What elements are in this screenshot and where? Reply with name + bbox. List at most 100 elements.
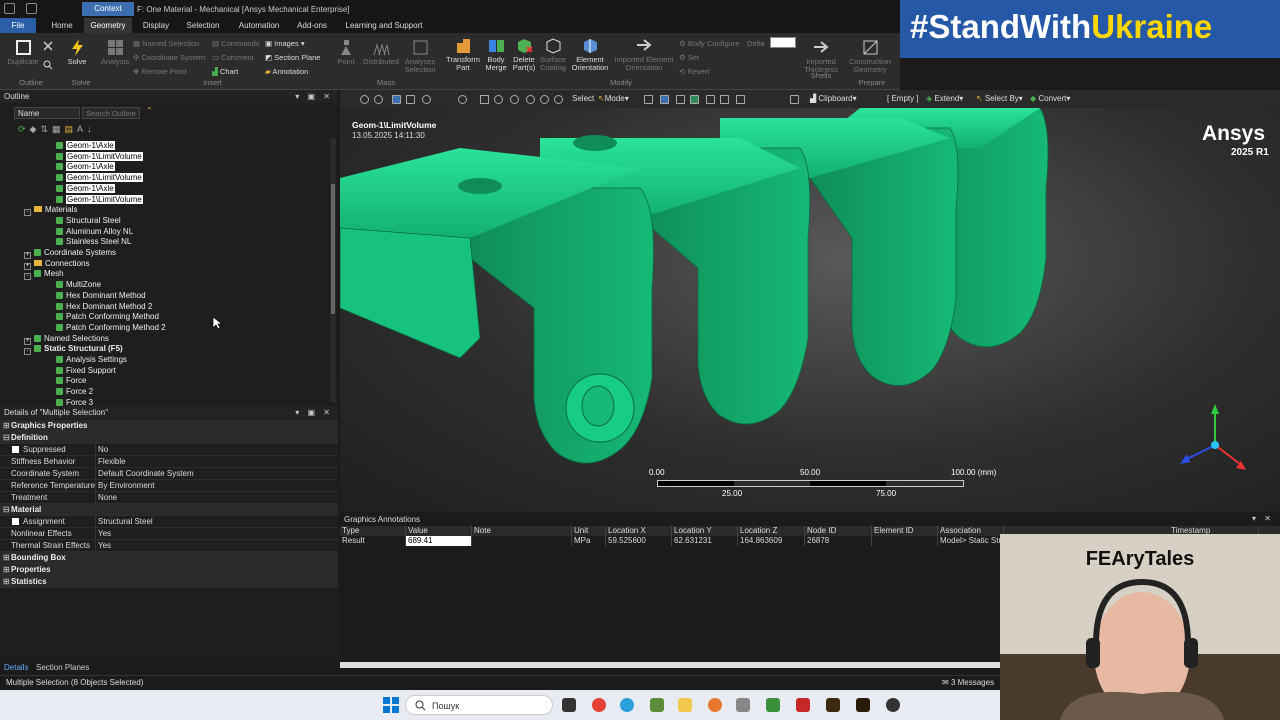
details-group-row[interactable]: ⊞ Bounding Box bbox=[0, 552, 338, 564]
zoom-window-icon[interactable] bbox=[540, 95, 549, 104]
tab-section-planes[interactable]: Section Planes bbox=[36, 663, 89, 672]
select-body-icon[interactable] bbox=[690, 95, 699, 104]
refresh-icon[interactable]: ⟳ bbox=[18, 124, 30, 134]
construction-geometry-button[interactable]: Construction Geometry bbox=[842, 39, 898, 74]
table-cell[interactable]: 26878 bbox=[805, 536, 872, 546]
outline-search-input[interactable] bbox=[82, 107, 140, 119]
tree-node[interactable]: Force 2 bbox=[56, 386, 93, 397]
table-cell[interactable]: MPa bbox=[572, 536, 606, 546]
table-cell[interactable]: 164.863609 bbox=[738, 536, 805, 546]
annotations-controls[interactable]: ▾ ✕ bbox=[1252, 514, 1274, 523]
checkbox[interactable] bbox=[12, 446, 19, 453]
tree-node[interactable]: Stainless Steel NL bbox=[56, 236, 131, 247]
tree-node[interactable]: Hex Dominant Method 2 bbox=[56, 301, 152, 312]
tree-node[interactable]: Geom-1\LimitVolume bbox=[56, 151, 143, 162]
section-plane-button[interactable]: ◩ Section Plane bbox=[265, 53, 320, 62]
details-row[interactable]: Nonlinear Effects Yes bbox=[0, 528, 338, 540]
workbench-icon[interactable] bbox=[826, 698, 840, 712]
select-mesh-icon[interactable] bbox=[736, 95, 745, 104]
select-by-button[interactable]: ↖ Select By▾ bbox=[976, 94, 1023, 103]
details-row[interactable]: Assignment Structural Steel bbox=[0, 516, 338, 528]
details-group-row[interactable]: ⊟ Definition bbox=[0, 432, 338, 444]
tree-node[interactable]: Analysis Settings bbox=[56, 354, 127, 365]
set-button[interactable]: ⚙ Set bbox=[679, 53, 699, 62]
column-header[interactable]: Type bbox=[340, 526, 406, 536]
table-cell[interactable]: 689.41 bbox=[406, 536, 472, 546]
tag-icon[interactable]: ◆ bbox=[30, 124, 41, 134]
collapse-icon[interactable]: - bbox=[24, 273, 31, 281]
tree-node[interactable]: Structural Steel bbox=[56, 215, 121, 226]
tree-node[interactable]: Patch Conforming Method bbox=[56, 311, 159, 322]
convert-button[interactable]: ◆ Convert▾ bbox=[1030, 94, 1070, 103]
solve-button[interactable]: Solve bbox=[64, 39, 90, 66]
close-icon[interactable] bbox=[43, 41, 53, 51]
tab-learning-support[interactable]: Learning and Support bbox=[340, 18, 428, 33]
checkbox[interactable] bbox=[12, 518, 19, 525]
images-button[interactable]: ▣ Images ▾ bbox=[265, 39, 305, 48]
zoom-fit-icon[interactable] bbox=[526, 95, 535, 104]
table-cell[interactable]: Model> Static Str bbox=[938, 536, 1004, 546]
tree-node[interactable]: Geom-1\LimitVolume bbox=[56, 172, 143, 183]
select-mode-button[interactable]: ↖Mode▾ bbox=[598, 94, 629, 103]
details-value[interactable]: Default Coordinate System bbox=[95, 468, 194, 480]
point-mass-button[interactable]: Point bbox=[334, 39, 358, 66]
details-value[interactable]: Structural Steel bbox=[95, 516, 153, 528]
details-row[interactable]: Thermal Strain Effects Yes bbox=[0, 540, 338, 552]
column-header[interactable]: Note bbox=[472, 526, 572, 536]
tree-node[interactable]: + Named Selections bbox=[24, 333, 109, 345]
tree-node[interactable]: - Static Structural (F5) bbox=[24, 343, 123, 356]
chart-button[interactable]: ▟ Chart bbox=[212, 67, 238, 76]
column-header[interactable]: Location X bbox=[606, 526, 672, 536]
task-view-icon[interactable] bbox=[562, 698, 576, 712]
body-merge-button[interactable]: Body Merge bbox=[482, 37, 510, 72]
table-cell[interactable]: 59.525600 bbox=[606, 536, 672, 546]
iso-view-icon[interactable] bbox=[406, 95, 415, 104]
tab-selection[interactable]: Selection bbox=[180, 18, 226, 33]
column-header[interactable]: Unit bbox=[572, 526, 606, 536]
magnifier-icon[interactable] bbox=[554, 95, 563, 104]
collapse-icon[interactable]: - bbox=[24, 348, 31, 356]
column-header[interactable]: Node ID bbox=[805, 526, 872, 536]
expand-icon[interactable]: ⊞ bbox=[3, 552, 10, 564]
tab-addons[interactable]: Add-ons bbox=[292, 18, 332, 33]
delta-input[interactable] bbox=[770, 37, 796, 48]
tab-automation[interactable]: Automation bbox=[232, 18, 286, 33]
outline-filter-select[interactable]: Name bbox=[14, 107, 80, 119]
app-icon-2[interactable] bbox=[736, 698, 750, 712]
select-vertex-icon[interactable] bbox=[644, 95, 653, 104]
details-value[interactable]: None bbox=[95, 492, 117, 504]
chain-model-graphic[interactable] bbox=[340, 108, 1280, 512]
table-cell[interactable] bbox=[472, 536, 572, 546]
tree-node[interactable]: Geom-1\Axle bbox=[56, 161, 115, 172]
coordinate-system-button[interactable]: ✣ Coordinate System bbox=[133, 53, 205, 62]
details-row[interactable]: Stiffness Behavior Flexible bbox=[0, 456, 338, 468]
clipboard-button[interactable]: ▟ Clipboard▾ bbox=[810, 94, 857, 103]
analysis-button[interactable]: Analysis bbox=[98, 39, 132, 66]
delete-parts-button[interactable]: Delete Part(s) bbox=[510, 37, 538, 72]
search-icon[interactable] bbox=[43, 60, 53, 70]
expand-icon[interactable]: ⊞ bbox=[3, 576, 10, 588]
select-node-icon[interactable] bbox=[706, 95, 715, 104]
tree-node[interactable]: Geom-1\Axle bbox=[56, 140, 115, 151]
zoom-out-icon[interactable] bbox=[374, 95, 383, 104]
comment-icon[interactable] bbox=[790, 95, 799, 104]
alpha-sort-icon[interactable]: A↓ bbox=[77, 124, 96, 134]
details-row[interactable]: Coordinate System Default Coordinate Syst… bbox=[0, 468, 338, 480]
imported-thickness-button[interactable]: Imported Thickness bbox=[800, 39, 842, 74]
details-value[interactable]: Flexible bbox=[95, 456, 126, 468]
zoom-in-icon[interactable] bbox=[360, 95, 369, 104]
details-group-row[interactable]: ⊞ Statistics bbox=[0, 576, 338, 588]
expand-icon[interactable]: ⊞ bbox=[3, 420, 10, 432]
select-element-icon[interactable] bbox=[720, 95, 729, 104]
named-selection-button[interactable]: ▦ Named Selection bbox=[133, 39, 199, 48]
details-group-row[interactable]: ⊟ Material bbox=[0, 504, 338, 516]
recorder-icon[interactable] bbox=[886, 698, 900, 712]
distributed-mass-button[interactable]: Distributed bbox=[360, 39, 402, 66]
duplicate-button[interactable]: Duplicate bbox=[4, 39, 42, 66]
details-value[interactable]: Yes bbox=[95, 528, 111, 540]
analyses-selection-button[interactable]: Analyses Selection bbox=[402, 39, 438, 74]
mechanical-icon[interactable] bbox=[856, 698, 870, 712]
collapse-icon[interactable]: ⊟ bbox=[3, 432, 10, 444]
chrome-icon[interactable] bbox=[592, 698, 606, 712]
extend-button[interactable]: ◈ Extend▾ bbox=[926, 94, 963, 103]
